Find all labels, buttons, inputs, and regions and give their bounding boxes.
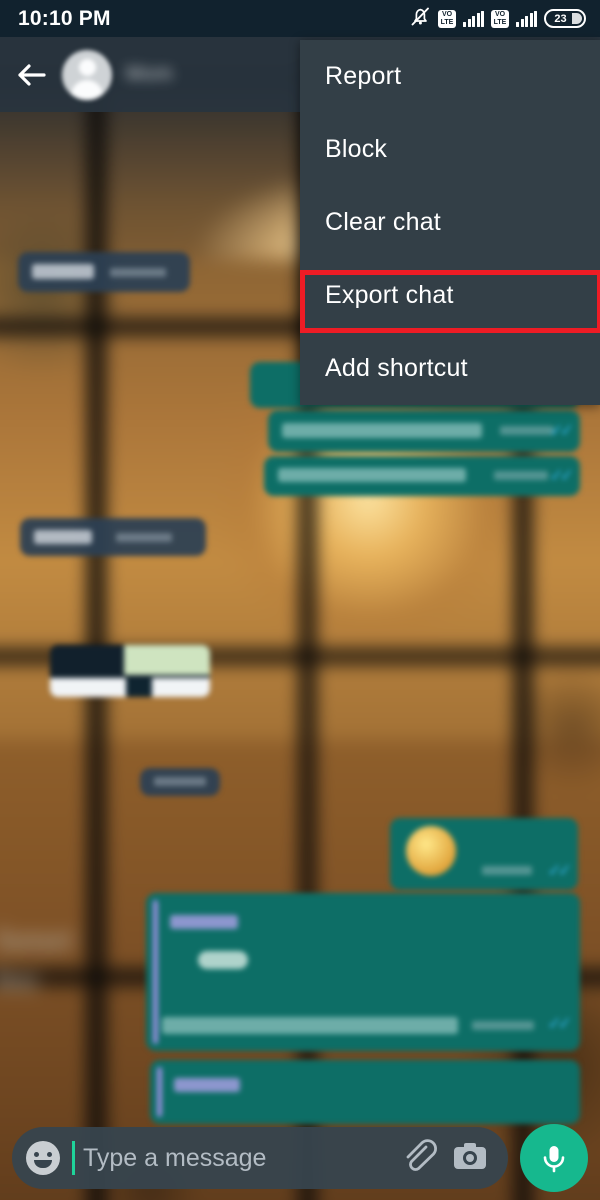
menu-item-add-shortcut[interactable]: Add shortcut	[300, 332, 600, 405]
message-bubble-incoming[interactable]	[20, 518, 206, 556]
message-composer-bar: Type a message	[0, 1116, 600, 1200]
quoted-message-bar	[153, 900, 158, 1044]
emoji-icon[interactable]	[26, 1141, 60, 1175]
menu-item-block[interactable]: Block	[300, 113, 600, 186]
menu-item-report[interactable]: Report	[300, 40, 600, 113]
volte-icon-sim2: VO LTE	[491, 9, 509, 28]
menu-item-label: Add shortcut	[325, 354, 468, 382]
menu-item-clear-chat[interactable]: Clear chat	[300, 186, 600, 259]
attach-icon[interactable]	[398, 1136, 438, 1181]
message-bubble-outgoing-reply[interactable]	[150, 1060, 580, 1124]
battery-icon: 23	[544, 9, 586, 28]
message-bubble-incoming[interactable]	[18, 252, 190, 292]
message-bubble-incoming-link-preview[interactable]	[50, 645, 210, 697]
contact-name[interactable]: Mom	[126, 63, 173, 86]
quoted-message-bar	[157, 1067, 162, 1117]
message-bubble-outgoing[interactable]: ✓✓	[268, 410, 580, 452]
battery-percent-label: 23	[554, 12, 567, 25]
message-bubble-incoming[interactable]	[140, 768, 220, 796]
signal-bars-icon-sim2	[516, 10, 537, 27]
back-icon[interactable]	[14, 58, 48, 92]
voice-message-button[interactable]	[520, 1124, 588, 1192]
status-bar: 10:10 PM VO LTE VO LTE 23	[0, 0, 600, 37]
menu-item-label: Export chat	[325, 281, 454, 309]
signal-bars-icon-sim1	[463, 10, 484, 27]
message-input-pill[interactable]: Type a message	[12, 1127, 508, 1189]
overflow-menu[interactable]: Report Block Clear chat Export chat Add …	[300, 40, 600, 405]
message-bubble-outgoing-sticker[interactable]: ✓✓	[390, 818, 578, 890]
notifications-muted-icon	[409, 5, 431, 32]
menu-item-label: Clear chat	[325, 208, 441, 236]
avatar[interactable]	[62, 49, 112, 100]
message-bubble-outgoing-reply[interactable]: ✓✓	[146, 893, 580, 1051]
camera-icon[interactable]	[450, 1136, 490, 1181]
volte-icon-sim1: VO LTE	[438, 9, 456, 28]
status-bar-icons: VO LTE VO LTE 23	[409, 5, 586, 32]
status-bar-clock: 10:10 PM	[18, 6, 111, 30]
text-cursor	[72, 1141, 75, 1175]
message-input[interactable]: Type a message	[83, 1144, 386, 1173]
whatsapp-chat-screen: Sunset bea ✓✓ ✓✓	[0, 0, 600, 1200]
message-bubble-outgoing[interactable]: ✓✓	[264, 456, 580, 496]
menu-item-label: Block	[325, 135, 388, 163]
menu-item-export-chat[interactable]: Export chat	[300, 259, 600, 332]
menu-item-label: Report	[325, 62, 402, 90]
